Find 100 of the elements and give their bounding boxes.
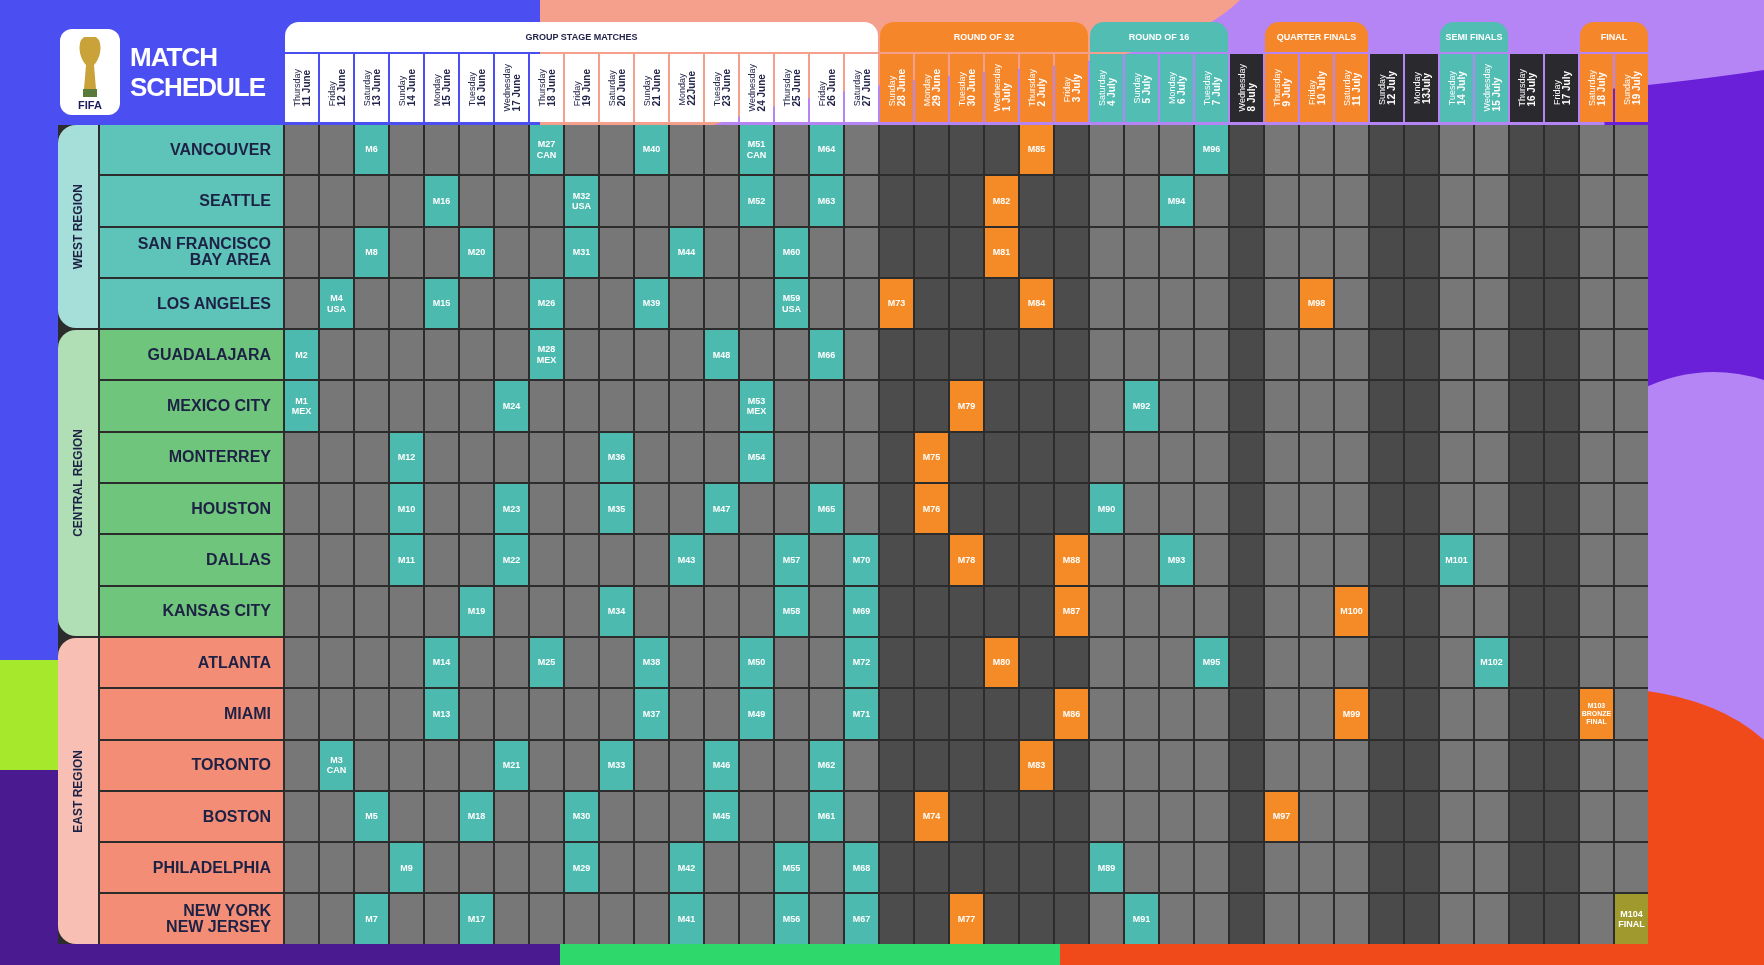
match-cell: M99 bbox=[1335, 689, 1368, 739]
date-header: Tuesday 16 June bbox=[460, 54, 493, 122]
city-label: NEW YORK NEW JERSEY bbox=[100, 894, 283, 944]
date-header: Saturday 27 June bbox=[845, 54, 878, 122]
city-label: MEXICO CITY bbox=[100, 381, 283, 431]
region-label: CENTRAL REGION bbox=[58, 330, 98, 636]
match-cell: M87 bbox=[1055, 586, 1088, 636]
city-label: SEATTLE bbox=[100, 176, 283, 226]
match-cell: M76 bbox=[915, 484, 948, 534]
match-cell: M3 CAN bbox=[320, 740, 353, 790]
match-cell: M71 bbox=[845, 689, 878, 739]
match-cell: M58 bbox=[775, 586, 808, 636]
match-cell: M9 bbox=[390, 843, 423, 893]
match-cell: M22 bbox=[495, 535, 528, 585]
date-header: Friday 12 June bbox=[320, 54, 353, 122]
match-cell: M43 bbox=[670, 535, 703, 585]
match-cell: M20 bbox=[460, 227, 493, 277]
date-header: Sunday 14 June bbox=[390, 54, 423, 122]
date-header: Sunday 28 June bbox=[880, 54, 913, 122]
match-cell: M47 bbox=[705, 484, 738, 534]
stage-banner: ROUND OF 16 bbox=[1090, 22, 1228, 52]
date-header: Saturday 13 June bbox=[355, 54, 388, 122]
match-cell: M19 bbox=[460, 586, 493, 636]
logo-text: FIFA bbox=[78, 99, 102, 111]
date-header: Friday 10 July bbox=[1300, 54, 1333, 122]
match-cell: M95 bbox=[1195, 637, 1228, 688]
date-header: Thursday 11 June bbox=[285, 54, 318, 122]
match-cell: M34 bbox=[600, 586, 633, 636]
date-header: Saturday 4 July bbox=[1090, 54, 1123, 122]
match-cell: M92 bbox=[1125, 381, 1158, 431]
match-cell: M16 bbox=[425, 176, 458, 226]
match-cell: M23 bbox=[495, 484, 528, 534]
date-header: Saturday 11 July bbox=[1335, 54, 1368, 122]
city-label: GUADALAJARA bbox=[100, 330, 283, 380]
match-cell: M94 bbox=[1160, 176, 1193, 226]
date-header: Thursday 9 July bbox=[1265, 54, 1298, 122]
match-cell: M39 bbox=[635, 278, 668, 329]
match-cell: M65 bbox=[810, 484, 843, 534]
date-header: Sunday 21 June bbox=[635, 54, 668, 122]
match-cell: M1 MEX bbox=[285, 381, 318, 431]
date-header: Tuesday 30 June bbox=[950, 54, 983, 122]
match-cell: M7 bbox=[355, 894, 388, 944]
match-cell: M31 bbox=[565, 227, 598, 277]
region-label: EAST REGION bbox=[58, 637, 98, 944]
date-header: Sunday 19 July bbox=[1615, 54, 1648, 122]
match-cell: M41 bbox=[670, 894, 703, 944]
date-header: Wednesday 24 June bbox=[740, 54, 773, 122]
match-cell: M62 bbox=[810, 740, 843, 790]
date-header: Friday 19 June bbox=[565, 54, 598, 122]
city-label: ATLANTA bbox=[100, 637, 283, 688]
region-label: WEST REGION bbox=[58, 125, 98, 329]
date-header: Wednesday 8 July bbox=[1230, 54, 1263, 122]
date-header: Wednesday 1 July bbox=[985, 54, 1018, 122]
match-cell: M44 bbox=[670, 227, 703, 277]
match-cell: M97 bbox=[1265, 791, 1298, 842]
date-header: Monday 22June bbox=[670, 54, 703, 122]
match-cell: M83 bbox=[1020, 740, 1053, 790]
date-header: Thursday 2 July bbox=[1020, 54, 1053, 122]
match-cell: M53 MEX bbox=[740, 381, 773, 431]
match-cell: M91 bbox=[1125, 894, 1158, 944]
city-label: MIAMI bbox=[100, 689, 283, 739]
match-cell: M101 bbox=[1440, 535, 1473, 585]
match-cell: M5 bbox=[355, 791, 388, 842]
date-header: Saturday 20 June bbox=[600, 54, 633, 122]
match-cell: M66 bbox=[810, 330, 843, 380]
match-cell: M4 USA bbox=[320, 278, 353, 329]
match-cell: M2 bbox=[285, 330, 318, 380]
match-cell: M79 bbox=[950, 381, 983, 431]
match-cell: M13 bbox=[425, 689, 458, 739]
page-title: MATCH SCHEDULE bbox=[130, 42, 265, 102]
match-cell: M11 bbox=[390, 535, 423, 585]
stage-banner: SEMI FINALS bbox=[1440, 22, 1508, 52]
date-header: Monday 15 June bbox=[425, 54, 458, 122]
date-header: Tuesday 14 July bbox=[1440, 54, 1473, 122]
match-cell: M12 bbox=[390, 432, 423, 483]
city-label: TORONTO bbox=[100, 740, 283, 790]
match-cell: M67 bbox=[845, 894, 878, 944]
city-label: SAN FRANCISCO BAY AREA bbox=[100, 227, 283, 277]
match-cell: M51 CAN bbox=[740, 125, 773, 175]
match-cell: M6 bbox=[355, 125, 388, 175]
match-cell: M98 bbox=[1300, 278, 1333, 329]
match-cell: M30 bbox=[565, 791, 598, 842]
match-cell: M78 bbox=[950, 535, 983, 585]
match-cell: M8 bbox=[355, 227, 388, 277]
match-cell: M40 bbox=[635, 125, 668, 175]
match-cell: M17 bbox=[460, 894, 493, 944]
date-header: Friday 17 July bbox=[1545, 54, 1578, 122]
match-cell: M56 bbox=[775, 894, 808, 944]
city-label: MONTERREY bbox=[100, 432, 283, 483]
match-cell: M81 bbox=[985, 227, 1018, 277]
match-cell: M48 bbox=[705, 330, 738, 380]
match-cell: M27 CAN bbox=[530, 125, 563, 175]
match-cell: M85 bbox=[1020, 125, 1053, 175]
match-cell: M42 bbox=[670, 843, 703, 893]
match-cell: M37 bbox=[635, 689, 668, 739]
match-cell: M32 USA bbox=[565, 176, 598, 226]
match-cell: M72 bbox=[845, 637, 878, 688]
date-header: Friday 3 July bbox=[1055, 54, 1088, 122]
city-label: DALLAS bbox=[100, 535, 283, 585]
stage-banner: FINAL bbox=[1580, 22, 1648, 52]
